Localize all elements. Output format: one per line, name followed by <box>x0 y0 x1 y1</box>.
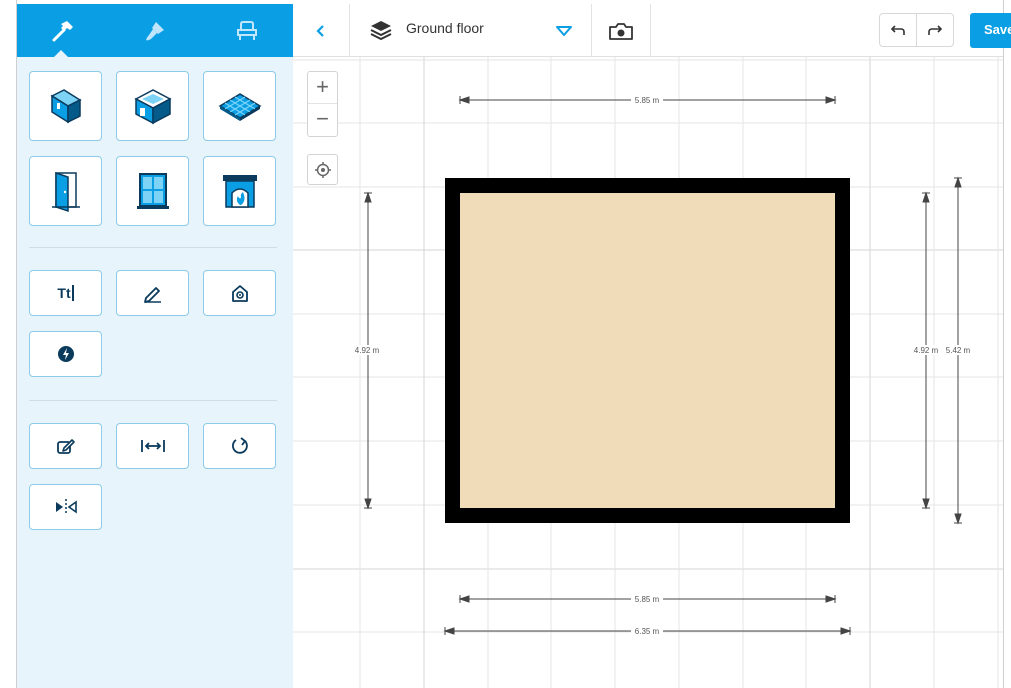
tool-room-button[interactable] <box>116 71 189 141</box>
redo-button[interactable] <box>917 14 953 46</box>
tool-edit-button[interactable] <box>29 423 102 469</box>
tool-pencil-button[interactable] <box>116 270 189 316</box>
back-button[interactable] <box>293 4 349 57</box>
tool-rotate-button[interactable] <box>203 423 276 469</box>
tool-electrical-button[interactable] <box>29 331 102 377</box>
zoom-in-button[interactable]: + <box>308 72 337 104</box>
hammer-icon <box>52 20 73 41</box>
active-tab-marker <box>54 50 68 57</box>
dimension-right-outer-label: 5.42 m <box>946 346 971 355</box>
text-tool-icon: Tt <box>57 285 71 301</box>
dimension-right-inner-label: 4.92 m <box>914 346 939 355</box>
center-view-button[interactable] <box>307 154 338 185</box>
tab-decorate[interactable] <box>109 4 201 57</box>
crosshair-icon <box>314 161 331 178</box>
layers-icon <box>370 21 392 41</box>
floorplan-drawing: 5.85 m 4.92 m 4.92 m 5.42 m 5.85 m 6.35 … <box>293 57 1003 688</box>
dimension-top-label: 5.85 m <box>635 96 660 105</box>
tool-door-button[interactable] <box>29 156 102 226</box>
tool-location-button[interactable] <box>203 270 276 316</box>
tool-window-button[interactable] <box>116 156 189 226</box>
save-button[interactable]: Save <box>970 13 1011 48</box>
floor-surface-icon <box>218 93 261 121</box>
zoom-out-button[interactable]: − <box>308 104 337 136</box>
tab-furnish[interactable] <box>201 4 293 57</box>
room-floor[interactable] <box>460 193 835 508</box>
tool-resize-button[interactable] <box>116 423 189 469</box>
paint-brush-icon <box>146 21 164 40</box>
dimension-bottom-outer-label: 6.35 m <box>635 627 660 636</box>
camera-icon <box>609 22 633 40</box>
tool-floor-surface-button[interactable] <box>203 71 276 141</box>
camera-button[interactable] <box>592 4 650 57</box>
window-icon <box>136 173 169 209</box>
tool-wall-button[interactable] <box>29 71 102 141</box>
tool-text-button[interactable]: Tt <box>29 270 102 316</box>
tool-mirror-button[interactable] <box>29 484 102 530</box>
door-icon <box>51 171 80 213</box>
dimension-bottom-inner-label: 5.85 m <box>635 595 660 604</box>
undo-redo-group <box>879 13 954 47</box>
wall-icon <box>49 89 82 124</box>
chevron-left-icon <box>316 24 324 37</box>
mirror-icon <box>55 499 77 515</box>
pencil-icon <box>143 287 161 303</box>
floorplan-canvas[interactable]: 5.85 m 4.92 m 4.92 m 5.42 m 5.85 m 6.35 … <box>293 57 1003 688</box>
sidebar: Tt <box>17 4 293 688</box>
fireplace-icon <box>222 175 257 208</box>
sidebar-divider <box>29 400 277 401</box>
dimension-left-label: 4.92 m <box>355 346 380 355</box>
tool-fireplace-button[interactable] <box>203 156 276 226</box>
toolbar-separator <box>650 4 651 57</box>
app-window: Tt Ground floor Save 5.85 m 4.92 m 4.92 … <box>0 0 1011 688</box>
redo-icon <box>928 25 943 35</box>
window-frame-right <box>1003 0 1004 688</box>
location-pin-icon <box>231 285 248 302</box>
text-cursor-icon <box>71 285 74 301</box>
triangle-down-icon <box>556 26 572 36</box>
floor-name-label: Ground floor <box>406 20 484 36</box>
room-icon <box>133 89 172 125</box>
edit-icon <box>56 439 75 454</box>
undo-button[interactable] <box>880 14 916 46</box>
top-toolbar: Ground floor Save <box>293 4 1011 57</box>
zoom-controls: + − <box>307 71 338 137</box>
resize-icon <box>140 440 165 452</box>
electrical-icon <box>57 346 74 362</box>
sidebar-divider <box>29 247 277 248</box>
armchair-icon <box>237 20 257 40</box>
floor-selector[interactable]: Ground floor <box>350 4 591 57</box>
rotate-icon <box>231 437 248 454</box>
undo-icon <box>890 25 905 35</box>
